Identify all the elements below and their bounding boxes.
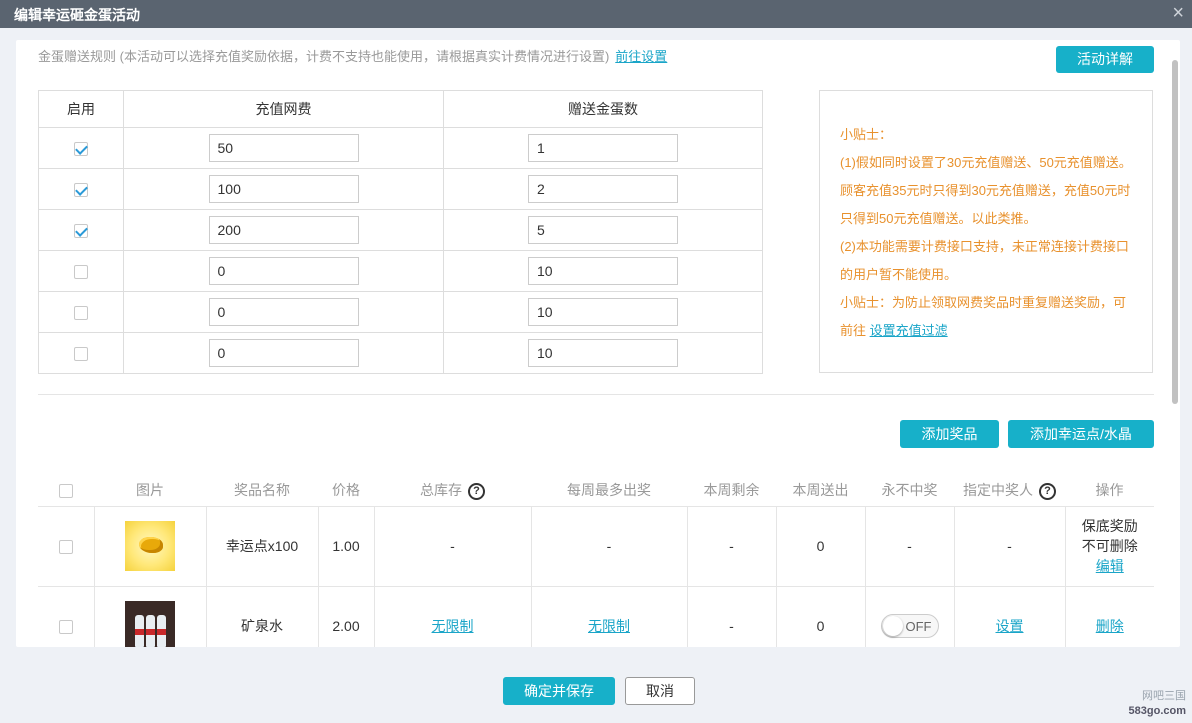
activity-detail-button[interactable]: 活动详解: [1056, 46, 1154, 73]
row-checkbox[interactable]: [58, 620, 73, 635]
gift-row: [38, 291, 763, 333]
col-enabled: 启用: [38, 90, 124, 128]
eggs-input[interactable]: [528, 257, 678, 285]
eggs-input[interactable]: [528, 339, 678, 367]
prize-row: 矿泉水 2.00 无限制 无限制 - 0 OFF 设置 删除: [38, 585, 1154, 647]
weekly-max-link[interactable]: 无限制: [588, 618, 630, 634]
prize-week-left: -: [686, 505, 777, 587]
add-lucky-points-button[interactable]: 添加幸运点/水晶: [1008, 420, 1154, 448]
prize-weekly-max: -: [530, 505, 688, 587]
gift-row: [38, 209, 763, 251]
rule-description: 金蛋赠送规则 (本活动可以选择充值奖励依据，计费不支持也能使用，请根据真实计费情…: [38, 46, 667, 65]
help-icon[interactable]: ?: [1038, 482, 1056, 500]
watermark-line-1: 网吧三国: [1142, 690, 1186, 702]
rule-description-text: 金蛋赠送规则 (本活动可以选择充值奖励依据，计费不支持也能使用，请根据真实计费情…: [38, 49, 610, 64]
stock-link[interactable]: 无限制: [432, 618, 474, 634]
col-week-sent: 本周送出: [792, 481, 849, 498]
tips-line-3: 小贴士：为防止领取网费奖品时重复赠送奖励，可前往 设置充值过滤: [840, 289, 1134, 345]
watermark-line-2: 583go.com: [1128, 705, 1186, 717]
prize-name: 幸运点x100: [205, 505, 319, 587]
section-divider: [38, 394, 1154, 395]
col-winner-label: 指定中奖人: [963, 481, 1034, 498]
enable-checkbox[interactable]: [74, 265, 88, 280]
gift-row: [38, 127, 763, 169]
col-eggs: 赠送金蛋数: [443, 90, 763, 128]
col-week-left: 本周剩余: [703, 481, 760, 498]
watermark: 网吧三国 583go.com: [1106, 687, 1186, 717]
gift-row: [38, 332, 763, 374]
prize-name: 矿泉水: [205, 585, 319, 647]
ops-note-1: 保底奖励: [1081, 518, 1138, 534]
col-weekly-max: 每周最多出奖: [567, 481, 651, 498]
enable-checkbox[interactable]: [74, 224, 88, 239]
set-winner-link[interactable]: 设置: [996, 618, 1024, 634]
prize-row: 幸运点x100 1.00 - - - 0 - - 保底奖励 不可删除 编辑: [38, 505, 1155, 587]
enable-checkbox[interactable]: [74, 142, 88, 157]
never-win-toggle[interactable]: OFF: [880, 614, 939, 638]
select-all-checkbox[interactable]: [59, 483, 73, 498]
tips-line-2: (2)本功能需要计费接口支持，未正常连接计费接口的用户暂不能使用。: [840, 239, 1129, 282]
recharge-input[interactable]: [208, 175, 359, 203]
col-price: 价格: [332, 481, 360, 498]
col-winner: 指定中奖人 ?: [954, 474, 1065, 506]
edit-link[interactable]: 编辑: [1066, 556, 1155, 576]
col-recharge: 充值网费: [123, 90, 444, 128]
row-checkbox[interactable]: [58, 540, 73, 555]
recharge-filter-link[interactable]: 设置充值过滤: [870, 323, 948, 338]
dialog-panel: 金蛋赠送规则 (本活动可以选择充值奖励依据，计费不支持也能使用，请根据真实计费情…: [16, 40, 1180, 647]
eggs-input[interactable]: [528, 175, 678, 203]
prize-winner: -: [953, 505, 1066, 587]
prize-never-win: -: [864, 505, 955, 587]
col-stock-label: 总库存: [420, 481, 463, 498]
ops-note-2: 不可删除: [1081, 538, 1138, 554]
cancel-button[interactable]: 取消: [625, 677, 695, 705]
mineral-water-icon: [125, 601, 175, 647]
prize-week-sent: 0: [775, 585, 866, 647]
prize-week-left: -: [686, 585, 777, 647]
prize-ops: 保底奖励 不可删除 编辑: [1064, 505, 1155, 587]
add-prize-button[interactable]: 添加奖品: [900, 420, 999, 448]
eggs-input[interactable]: [528, 134, 678, 162]
prize-price: 2.00: [317, 585, 375, 647]
enable-checkbox[interactable]: [74, 306, 88, 321]
col-name: 奖品名称: [234, 481, 290, 498]
gift-row: [38, 250, 763, 292]
col-image: 图片: [136, 481, 164, 498]
gift-rules-table: 启用 充值网费 赠送金蛋数: [38, 90, 763, 374]
col-stock: 总库存 ?: [374, 474, 531, 506]
eggs-input[interactable]: [528, 216, 678, 244]
eggs-input[interactable]: [528, 298, 678, 326]
tips-box: 小贴士： (1)假如同时设置了30元充值赠送、50元充值赠送。顾客充值35元时只…: [819, 90, 1153, 373]
scrollbar-thumb[interactable]: [1172, 60, 1178, 404]
delete-link[interactable]: 删除: [1096, 618, 1124, 634]
col-never-win: 永不中奖: [881, 481, 938, 498]
gold-nugget-icon: [125, 521, 175, 571]
recharge-input[interactable]: [208, 298, 359, 326]
scrollbar[interactable]: [1172, 46, 1178, 646]
recharge-input[interactable]: [208, 339, 359, 367]
gift-row: [38, 168, 763, 210]
recharge-input[interactable]: [208, 134, 359, 162]
close-icon[interactable]: ×: [1172, 2, 1184, 24]
prize-price: 1.00: [317, 505, 375, 587]
enable-checkbox[interactable]: [74, 183, 88, 198]
prize-table: 图片 奖品名称 价格 总库存 ? 每周最多出奖 本周剩余 本周送出 永不中奖 指…: [38, 474, 1154, 647]
dialog-title: 编辑幸运砸金蛋活动: [14, 7, 140, 23]
recharge-input[interactable]: [208, 257, 359, 285]
prize-week-sent: 0: [775, 505, 866, 587]
prize-stock: -: [373, 505, 532, 587]
tips-title: 小贴士：: [840, 127, 893, 142]
enable-checkbox[interactable]: [74, 347, 88, 362]
col-ops: 操作: [1095, 481, 1124, 498]
dialog-titlebar: 编辑幸运砸金蛋活动 ×: [0, 0, 1192, 28]
recharge-input[interactable]: [208, 216, 359, 244]
help-icon[interactable]: ?: [467, 482, 485, 500]
save-button[interactable]: 确定并保存: [503, 677, 615, 705]
toggle-label: OFF: [905, 619, 932, 634]
goto-settings-link[interactable]: 前往设置: [615, 49, 667, 64]
tips-line-1: (1)假如同时设置了30元充值赠送、50元充值赠送。顾客充值35元时只得到30元…: [840, 155, 1132, 226]
